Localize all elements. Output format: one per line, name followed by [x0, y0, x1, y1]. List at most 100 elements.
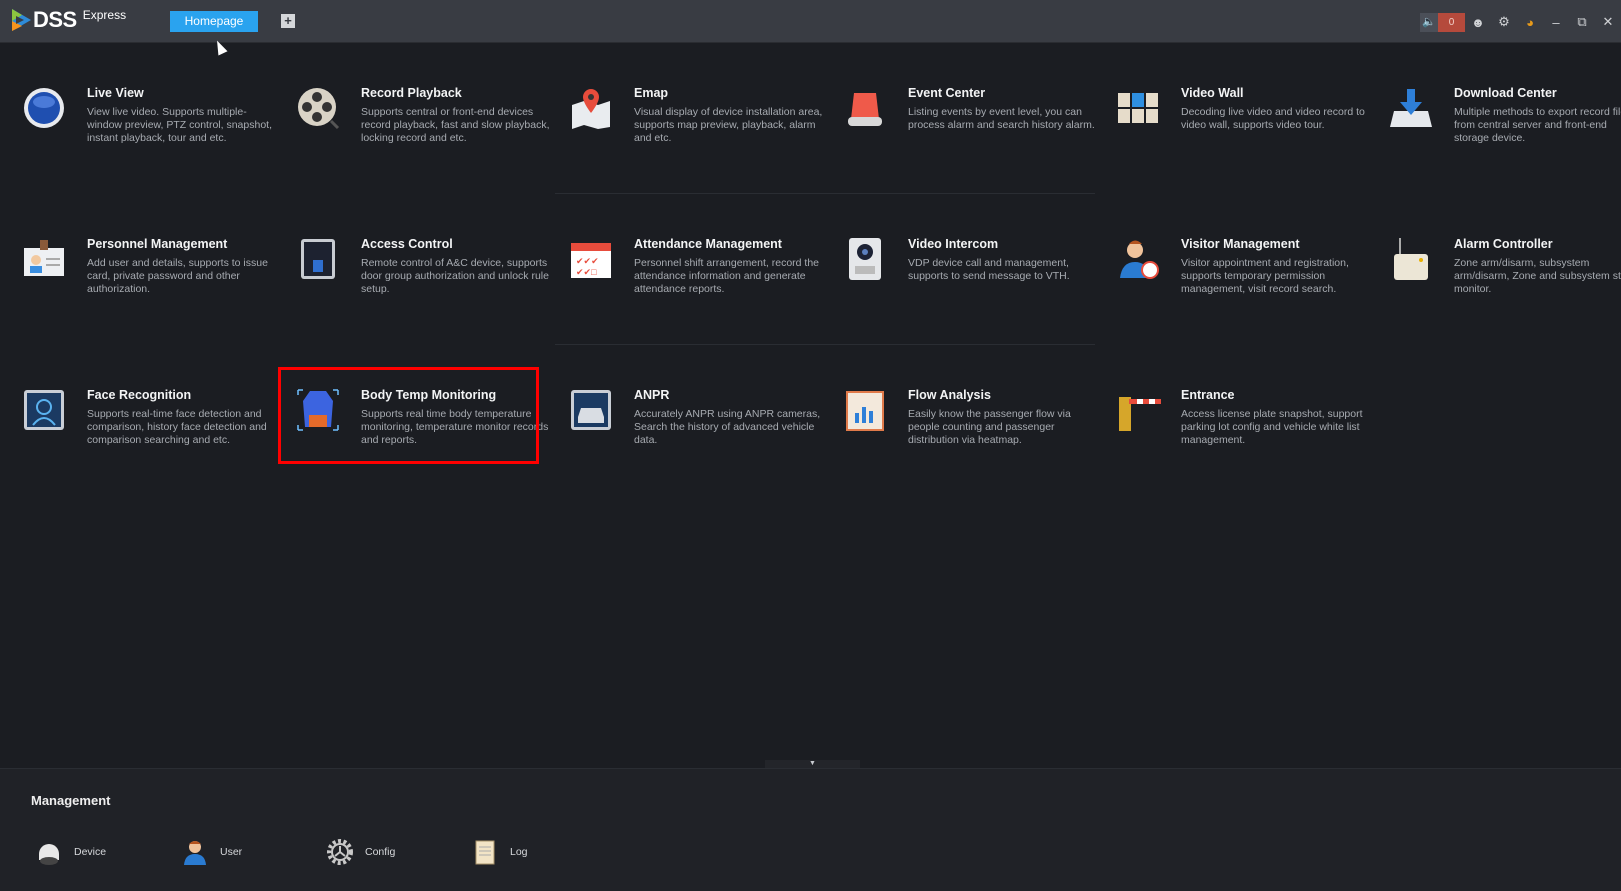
module-description: Visitor appointment and registration, su… [1181, 257, 1349, 295]
performance-gauge-icon[interactable]: ◕ [1517, 15, 1543, 30]
alarm-count-badge[interactable]: 0 [1438, 12, 1465, 32]
module-title: Record Playback [361, 86, 462, 100]
module-description: Personnel shift arrangement, record the … [634, 257, 820, 295]
car-plate-icon [568, 387, 614, 433]
module-title: Event Center [908, 86, 986, 100]
access-panel-icon [295, 236, 341, 282]
module-card-video-intercom[interactable]: Video Intercom VDP device call and manage… [842, 236, 1104, 328]
speaker-icon[interactable]: 🔈 [1420, 12, 1438, 32]
module-description: Add user and details, supports to issue … [87, 257, 268, 295]
module-description: Easily know the passenger flow via peopl… [908, 408, 1071, 446]
user-icon [181, 838, 209, 866]
module-description: Supports central or front-end devices re… [361, 106, 550, 144]
module-card-live-view[interactable]: Live View View live video. Supports multi… [21, 85, 283, 177]
management-title: Management [31, 793, 111, 808]
module-card-alarm-controller[interactable]: Alarm Controller Zone arm/disarm, subsyst… [1388, 236, 1621, 328]
module-title: Emap [634, 86, 669, 100]
management-item-label: Log [510, 846, 528, 858]
live-view-icon [21, 85, 67, 131]
video-wall-icon [1115, 85, 1161, 131]
module-title: Attendance Management [634, 237, 782, 251]
management-item-label: Device [74, 846, 107, 858]
app-logo: DSS Express [10, 8, 126, 32]
module-description: Access license plate snapshot, support p… [1181, 408, 1363, 446]
restore-button[interactable]: ⧉ [1569, 14, 1595, 30]
module-card-video-wall[interactable]: Video Wall Decoding live video and video … [1115, 85, 1377, 177]
module-description: Listing events by event level, you can p… [908, 106, 1095, 131]
module-description: Multiple methods to export record file f… [1454, 106, 1621, 144]
barrier-gate-icon [1115, 387, 1161, 433]
module-card-anpr[interactable]: ANPR Accurately ANPR using ANPR cameras, … [568, 387, 830, 479]
collapse-toggle[interactable]: ▼ [765, 760, 860, 768]
chart-clipboard-icon [842, 387, 888, 433]
user-icon[interactable]: ☻ [1465, 15, 1491, 30]
module-card-visitor-management[interactable]: Visitor Management Visitor appointment an… [1115, 236, 1377, 328]
svg-text:✔✔✔: ✔✔✔ [576, 256, 599, 266]
management-item-label: User [220, 846, 243, 858]
row-divider [555, 344, 1095, 345]
module-card-emap[interactable]: Emap Visual display of device installatio… [568, 85, 830, 177]
module-description: Remote control of A&C device, supports d… [361, 257, 549, 295]
module-title: Entrance [1181, 388, 1235, 402]
module-card-download-center[interactable]: Download Center Multiple methods to expor… [1388, 85, 1621, 177]
row-divider [555, 193, 1095, 194]
management-item-device[interactable]: Device [35, 837, 106, 867]
module-title: Live View [87, 86, 144, 100]
module-card-event-center[interactable]: Event Center Listing events by event leve… [842, 85, 1104, 177]
title-bar: DSS Express Homepage + 🔈 0 ☻ ⚙ ◕ – ⧉ ✕ [0, 0, 1621, 43]
module-title: Visitor Management [1181, 237, 1300, 251]
management-item-user[interactable]: User [181, 837, 242, 867]
module-card-entrance[interactable]: Entrance Access license plate snapshot, s… [1115, 387, 1377, 479]
management-item-label: Config [365, 846, 396, 858]
map-pin-icon [568, 85, 614, 131]
module-grid: Live View View live video. Supports multi… [0, 44, 1621, 767]
close-button[interactable]: ✕ [1595, 14, 1621, 30]
gear-icon[interactable]: ⚙ [1491, 14, 1517, 30]
module-card-flow-analysis[interactable]: Flow Analysis Easily know the passenger f… [842, 387, 1104, 479]
system-tray: 🔈 0 ☻ ⚙ ◕ – ⧉ ✕ [1420, 12, 1621, 32]
module-title: Video Intercom [908, 237, 999, 251]
camera-dome-icon [35, 838, 63, 866]
module-title: Body Temp Monitoring [361, 388, 497, 402]
add-tab-button[interactable]: + [281, 14, 295, 28]
module-title: Alarm Controller [1454, 237, 1553, 251]
module-description: View live video. Supports multiple-windo… [87, 106, 273, 144]
module-title: Personnel Management [87, 237, 228, 251]
module-description: Supports real-time face detection and co… [87, 408, 267, 446]
module-card-attendance-management[interactable]: ✔✔✔ ✔✔□ Attendance Management Personnel shi… [568, 236, 830, 328]
minimize-button[interactable]: – [1543, 15, 1569, 30]
notepad-icon [471, 838, 499, 866]
intercom-icon [842, 236, 888, 282]
id-card-icon [21, 236, 67, 282]
module-description: Zone arm/disarm, subsystem arm/disarm, Z… [1454, 257, 1621, 295]
download-icon [1388, 85, 1434, 131]
module-title: Download Center [1454, 86, 1557, 100]
calendar-icon: ✔✔✔ ✔✔□ [568, 236, 614, 282]
svg-text:✔✔□: ✔✔□ [576, 267, 597, 277]
management-panel: Management Device User Config Log [0, 768, 1621, 891]
body-temp-icon [295, 387, 341, 433]
alarm-light-icon [842, 85, 888, 131]
module-title: Access Control [361, 237, 453, 251]
module-card-face-recognition[interactable]: Face Recognition Supports real-time face … [21, 387, 283, 479]
tab-homepage[interactable]: Homepage [170, 11, 258, 32]
management-item-config[interactable]: Config [326, 837, 395, 867]
visitor-icon [1115, 236, 1161, 282]
module-title: ANPR [634, 388, 670, 402]
module-card-access-control[interactable]: Access Control Remote control of A&C devi… [295, 236, 557, 328]
module-description: Accurately ANPR using ANPR cameras, Sear… [634, 408, 821, 446]
module-description: Decoding live video and video record to … [1181, 106, 1365, 131]
logo-icon [10, 8, 32, 32]
module-title: Face Recognition [87, 388, 192, 402]
module-card-personnel-management[interactable]: Personnel Management Add user and details… [21, 236, 283, 328]
alarm-controller-icon [1388, 236, 1434, 282]
logo-text: DSS [33, 7, 77, 32]
management-item-log[interactable]: Log [471, 837, 528, 867]
module-card-body-temp-monitoring[interactable]: Body Temp Monitoring Supports real time b… [295, 387, 557, 479]
module-card-record-playback[interactable]: Record Playback Supports central or front… [295, 85, 557, 177]
gear-icon [326, 838, 354, 866]
film-reel-icon [295, 85, 341, 131]
module-description: Visual display of device installation ar… [634, 106, 823, 144]
module-title: Flow Analysis [908, 388, 991, 402]
face-scan-icon [21, 387, 67, 433]
